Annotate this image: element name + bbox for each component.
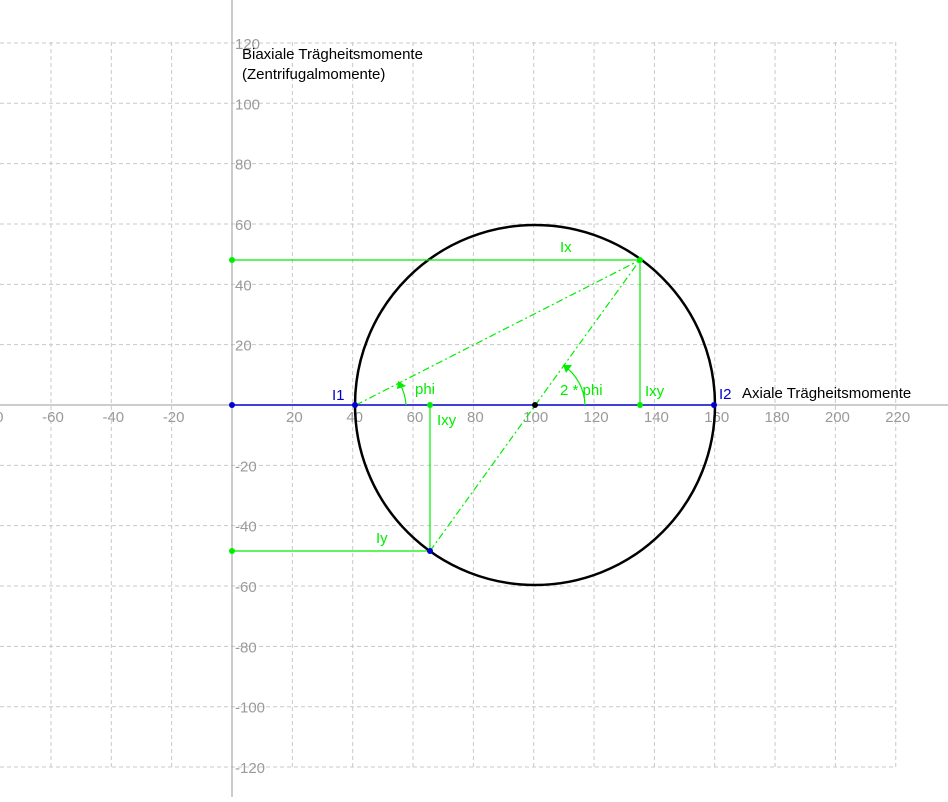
y-tick-label: -40 <box>235 519 257 536</box>
x-tick-label: -20 <box>163 409 185 426</box>
ixy-foot-right <box>637 402 643 408</box>
ix-axis-point <box>229 257 235 263</box>
origin-point <box>229 402 235 408</box>
y-axis-title-line2: (Zentrifugalmomente) <box>242 66 385 83</box>
label-iy: Iy <box>376 530 388 547</box>
x-tick-label: 200 <box>825 409 850 426</box>
ixy-foot-left <box>427 402 433 408</box>
x-tick-label: 220 <box>885 409 910 426</box>
x-tick-label: 80 <box>467 409 484 426</box>
i2-point <box>711 402 717 408</box>
x-tick-label: -40 <box>102 409 124 426</box>
y-tick-labels: 12010080604020-20-40-60-80-100-120 <box>235 36 265 777</box>
label-two-phi: 2 * phi <box>560 382 603 399</box>
circle-center-point <box>532 402 538 408</box>
x-tick-label: 20 <box>286 409 303 426</box>
x-tick-label: 120 <box>584 409 609 426</box>
label-i1: I1 <box>332 387 345 404</box>
label-phi: phi <box>415 381 435 398</box>
y-tick-label: 40 <box>235 277 252 294</box>
label-ixy-left: Ixy <box>437 412 457 429</box>
iy-axis-point <box>229 548 235 554</box>
x-tick-label: 160 <box>704 409 729 426</box>
y-tick-label: 20 <box>235 338 252 355</box>
x-tick-label: 100 <box>523 409 548 426</box>
y-tick-label: -100 <box>235 700 265 717</box>
y-axis-title-line1: Biaxiale Trägheitsmomente <box>242 46 423 63</box>
y-tick-label: -120 <box>235 760 265 777</box>
mohr-circle-diagram: -80 -60 -40 -20 20 40 60 80 100 120 140 160 180 200 22… <box>0 0 948 797</box>
i1-point <box>352 402 358 408</box>
label-ixy-right: Ixy <box>645 383 665 400</box>
x-tick-label: 140 <box>644 409 669 426</box>
x-tick-label: 180 <box>765 409 790 426</box>
x-tick-label: 60 <box>407 409 424 426</box>
x-tick-label: -60 <box>42 409 64 426</box>
x-tick-label: -80 <box>0 409 3 426</box>
label-i2: I2 <box>719 386 732 403</box>
x-axis-title: Axiale Trägheitsmomente <box>742 385 911 402</box>
point-ix-ixy <box>637 257 643 263</box>
y-tick-label: -60 <box>235 579 257 596</box>
y-tick-label: 100 <box>235 96 260 113</box>
point-iy-ixy <box>427 548 433 554</box>
y-tick-label: 80 <box>235 157 252 174</box>
y-tick-label: -80 <box>235 639 257 656</box>
y-tick-label: 60 <box>235 217 252 234</box>
diagram-canvas: -80 -60 -40 -20 20 40 60 80 100 120 140 160 180 200 22… <box>0 0 948 797</box>
y-tick-label: -20 <box>235 458 257 475</box>
label-ix: Ix <box>560 239 572 256</box>
